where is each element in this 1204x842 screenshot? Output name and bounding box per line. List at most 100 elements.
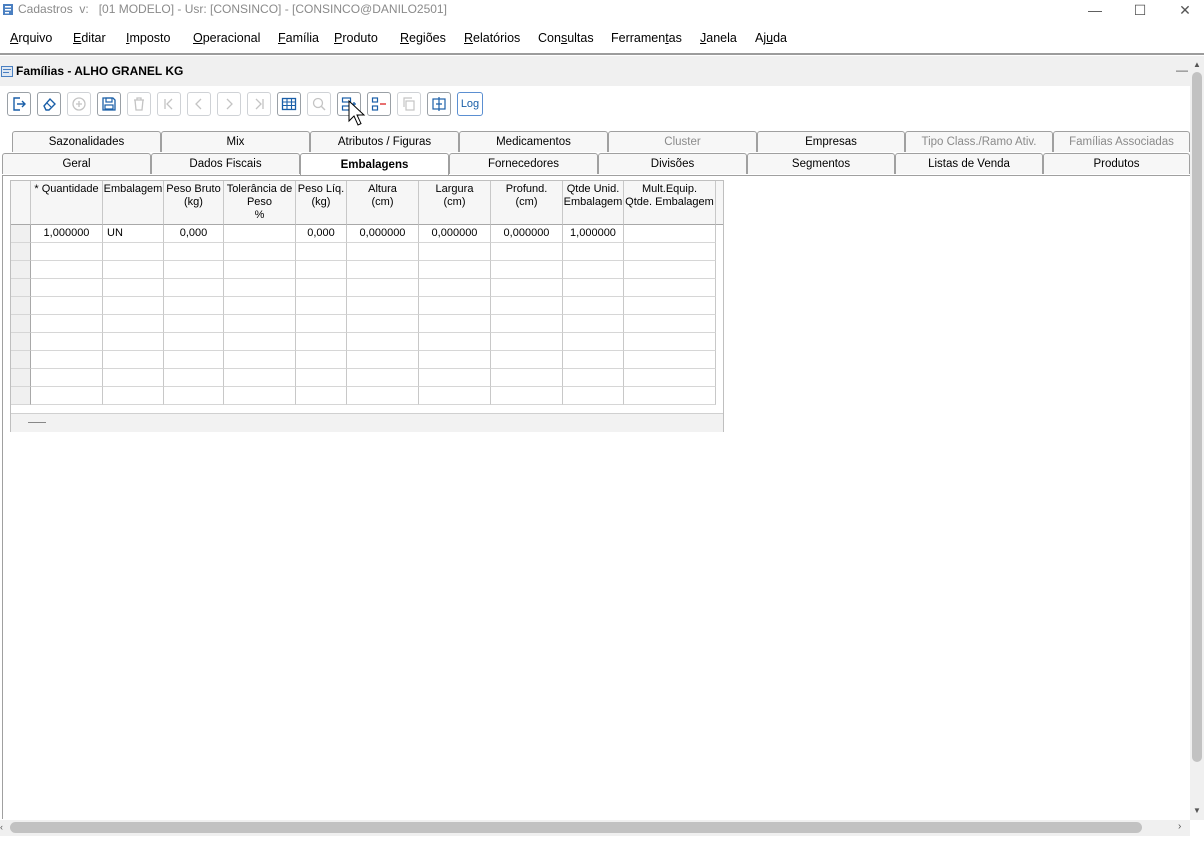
- tab-segmentos[interactable]: Segmentos: [747, 153, 895, 174]
- grid-cell[interactable]: [296, 243, 347, 261]
- grid-cell[interactable]: [31, 387, 103, 405]
- grid-cell[interactable]: [347, 279, 419, 297]
- menu-ferramentas[interactable]: Ferramentas: [611, 31, 682, 45]
- grid-cell[interactable]: [491, 333, 563, 351]
- tab-cluster[interactable]: Cluster: [608, 131, 757, 152]
- scroll-up-icon[interactable]: ▲: [1193, 60, 1201, 69]
- grid-cell[interactable]: [224, 369, 296, 387]
- grid-cell[interactable]: [224, 315, 296, 333]
- menu-editar[interactable]: Editar: [73, 31, 106, 45]
- grid-cell[interactable]: [419, 333, 491, 351]
- menu-ajuda[interactable]: Ajuda: [755, 31, 787, 45]
- grid-cell[interactable]: [624, 387, 716, 405]
- row-header[interactable]: [11, 261, 31, 279]
- grid-cell[interactable]: [103, 369, 164, 387]
- cell-altura[interactable]: 0,000000: [347, 225, 419, 243]
- scroll-left-icon[interactable]: ‹: [0, 822, 3, 832]
- grid-cell[interactable]: [296, 261, 347, 279]
- grid-cell[interactable]: [103, 243, 164, 261]
- col-header-peso-liquido[interactable]: Peso Líq. (kg): [296, 181, 347, 225]
- grid-cell[interactable]: [347, 297, 419, 315]
- grid-cell[interactable]: [491, 243, 563, 261]
- col-header-profundidade[interactable]: Profund. (cm): [491, 181, 563, 225]
- first-record-button[interactable]: [157, 92, 181, 116]
- grid-cell[interactable]: [296, 279, 347, 297]
- grid-cell[interactable]: [164, 297, 224, 315]
- grid-cell[interactable]: [296, 297, 347, 315]
- maximize-button[interactable]: ☐: [1117, 0, 1163, 20]
- grid-cell[interactable]: [563, 351, 624, 369]
- grid-cell[interactable]: [296, 333, 347, 351]
- grid-cell[interactable]: [164, 369, 224, 387]
- grid-cell[interactable]: [164, 279, 224, 297]
- grid-cell[interactable]: [347, 387, 419, 405]
- grid-cell[interactable]: [31, 351, 103, 369]
- row-header[interactable]: [11, 297, 31, 315]
- grid-cell[interactable]: [624, 369, 716, 387]
- grid-cell[interactable]: [103, 297, 164, 315]
- grid-cell[interactable]: [419, 279, 491, 297]
- add-button[interactable]: [67, 92, 91, 116]
- col-header-qtde-unid-embalagem[interactable]: Qtde Unid. Embalagem: [563, 181, 624, 225]
- col-header-altura[interactable]: Altura (cm): [347, 181, 419, 225]
- grid-cell[interactable]: [164, 333, 224, 351]
- tab-empresas[interactable]: Empresas: [757, 131, 905, 152]
- cell-qtde-unid-embalagem[interactable]: 1,000000: [563, 225, 624, 243]
- grid-cell[interactable]: [103, 315, 164, 333]
- grid-cell[interactable]: [491, 297, 563, 315]
- grid-cell[interactable]: [164, 315, 224, 333]
- grid-cell[interactable]: [563, 369, 624, 387]
- menu-regioes[interactable]: Regiões: [400, 31, 446, 45]
- grid-cell[interactable]: [347, 351, 419, 369]
- scroll-right-icon[interactable]: ›: [1178, 821, 1181, 832]
- grid-cell[interactable]: [296, 387, 347, 405]
- last-record-button[interactable]: [247, 92, 271, 116]
- grid-cell[interactable]: [31, 261, 103, 279]
- grid-cell[interactable]: [103, 351, 164, 369]
- cell-embalagem[interactable]: UN: [103, 225, 164, 243]
- menu-produto[interactable]: Produto: [334, 31, 378, 45]
- menu-consultas[interactable]: Consultas: [538, 31, 594, 45]
- grid-cell[interactable]: [296, 351, 347, 369]
- cell-largura[interactable]: 0,000000: [419, 225, 491, 243]
- child-minimize-button[interactable]: —: [1176, 63, 1188, 77]
- grid-cell[interactable]: [103, 333, 164, 351]
- copy-button[interactable]: [397, 92, 421, 116]
- grid-cell[interactable]: [419, 387, 491, 405]
- grid-cell[interactable]: [164, 243, 224, 261]
- grid-cell[interactable]: [624, 315, 716, 333]
- grid-cell[interactable]: [624, 261, 716, 279]
- grid-cell[interactable]: [347, 333, 419, 351]
- cell-profundidade[interactable]: 0,000000: [491, 225, 563, 243]
- grid-cell[interactable]: [563, 333, 624, 351]
- grid-cell[interactable]: [103, 279, 164, 297]
- clear-button[interactable]: [37, 92, 61, 116]
- grid-cell[interactable]: [419, 351, 491, 369]
- tab-familias-associadas[interactable]: Famílias Associadas: [1053, 131, 1190, 152]
- menu-imposto[interactable]: Imposto: [126, 31, 170, 45]
- grid-cell[interactable]: [624, 351, 716, 369]
- grid-cell[interactable]: [224, 387, 296, 405]
- tab-divisoes[interactable]: Divisões: [598, 153, 747, 174]
- row-header[interactable]: [11, 315, 31, 333]
- col-header-tolerancia-peso[interactable]: Tolerância de Peso%: [224, 181, 296, 225]
- grid-cell[interactable]: [419, 297, 491, 315]
- grid-cell[interactable]: [624, 243, 716, 261]
- col-header-embalagem[interactable]: Embalagem: [103, 181, 164, 225]
- tab-mix[interactable]: Mix: [161, 131, 310, 152]
- scroll-down-icon[interactable]: ▼: [1193, 806, 1201, 815]
- cell-peso-bruto[interactable]: 0,000: [164, 225, 224, 243]
- exit-button[interactable]: [7, 92, 31, 116]
- grid-cell[interactable]: [296, 315, 347, 333]
- grid-cell[interactable]: [103, 387, 164, 405]
- row-header[interactable]: [11, 243, 31, 261]
- col-header-quantidade[interactable]: * Quantidade: [31, 181, 103, 225]
- menu-familia[interactable]: Família: [278, 31, 319, 45]
- search-button[interactable]: [307, 92, 331, 116]
- grid-cell[interactable]: [563, 387, 624, 405]
- menu-operacional[interactable]: Operacional: [193, 31, 260, 45]
- grid-cell[interactable]: [164, 387, 224, 405]
- grid-cell[interactable]: [563, 315, 624, 333]
- grid-view-button[interactable]: [277, 92, 301, 116]
- tab-sazonalidades[interactable]: Sazonalidades: [12, 131, 161, 152]
